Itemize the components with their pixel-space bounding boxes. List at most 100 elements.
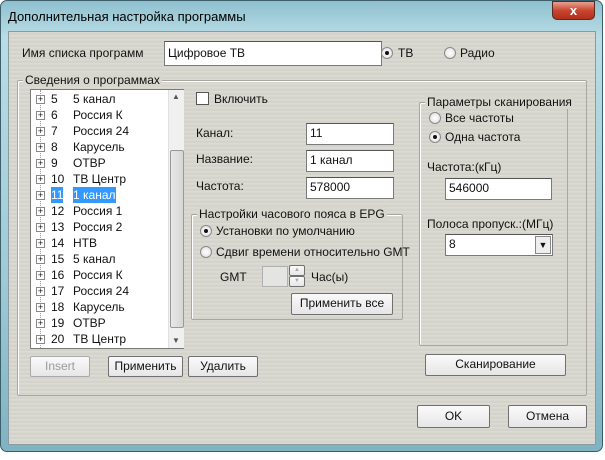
- tree-item[interactable]: +8 Карусель: [31, 139, 167, 155]
- hours-label: Час(ы): [311, 270, 349, 284]
- tree-item-name: 5 канал: [73, 252, 116, 266]
- tree-item-name: ТВ Центр: [73, 332, 127, 346]
- tree-item[interactable]: +9 ОТВР: [31, 155, 167, 171]
- expand-plus-icon[interactable]: +: [36, 223, 45, 232]
- expand-plus-icon[interactable]: +: [36, 335, 45, 344]
- tree-item[interactable]: +12 Россия 1: [31, 203, 167, 219]
- radio-default-tz-label: Установки по умолчанию: [216, 224, 355, 238]
- apply-all-button[interactable]: Применить все: [291, 293, 393, 315]
- tree-item-number: 11: [51, 187, 64, 203]
- channel-label: Канал:: [196, 126, 234, 140]
- tree-item[interactable]: +15 5 канал: [31, 251, 167, 267]
- tree-item-number: 9: [51, 156, 58, 170]
- frequency-label: Частота:: [196, 179, 244, 193]
- list-name-input[interactable]: Цифровое ТВ: [164, 41, 382, 66]
- tree-item-name: Россия К: [73, 108, 123, 122]
- expand-plus-icon[interactable]: +: [36, 255, 45, 264]
- programs-group-title: Сведения о программах: [23, 73, 162, 87]
- tree-item[interactable]: +11 1 канал: [31, 187, 167, 203]
- apply-button[interactable]: Применить: [108, 356, 183, 377]
- tree-item-name: 5 канал: [73, 92, 116, 106]
- tree-item[interactable]: +6 Россия К: [31, 107, 167, 123]
- tree-item[interactable]: +13 Россия 2: [31, 219, 167, 235]
- close-button[interactable]: x: [552, 1, 595, 20]
- radio-one-frequency[interactable]: [429, 131, 441, 143]
- tree-item-number: 8: [51, 140, 58, 154]
- bandwidth-label: Полоса пропуск.:(МГц): [427, 217, 554, 231]
- tree-item-number: 5: [51, 92, 58, 106]
- tree-item[interactable]: +20 ТВ Центр: [31, 331, 167, 347]
- expand-plus-icon[interactable]: +: [36, 159, 45, 168]
- tree-item-name: Россия 24: [73, 124, 130, 138]
- radio-tv[interactable]: [381, 47, 393, 59]
- epg-group-title: Настройки часового пояса в EPG: [197, 207, 387, 221]
- tree-item-number: 12: [51, 204, 65, 218]
- scroll-thumb[interactable]: [170, 150, 184, 328]
- tree-scrollbar[interactable]: ▲ ▼: [168, 90, 184, 348]
- cancel-button[interactable]: Отмена: [508, 405, 587, 428]
- tree-item-name: Карусель: [73, 140, 125, 154]
- tree-item[interactable]: +18 Карусель: [31, 299, 167, 315]
- radio-all-frequencies[interactable]: [429, 112, 441, 124]
- tree-item-number: 10: [51, 172, 65, 186]
- tree-item-number: 19: [51, 316, 65, 330]
- radio-radio-label: Радио: [460, 46, 495, 60]
- expand-plus-icon[interactable]: +: [36, 175, 45, 184]
- chevron-down-icon[interactable]: ▼: [535, 236, 551, 254]
- radio-gmt-offset[interactable]: [200, 246, 212, 258]
- spin-up-icon[interactable]: ▲: [289, 265, 305, 276]
- program-tree[interactable]: +5 5 канал +6 Россия К +7 Россия 24 +8 Карусель…: [30, 89, 184, 349]
- delete-button[interactable]: Удалить: [188, 356, 258, 377]
- name-input[interactable]: 1 канал: [306, 150, 394, 172]
- scan-button[interactable]: Сканирование: [425, 354, 566, 376]
- scan-group-title: Параметры сканирования: [425, 95, 574, 109]
- frequency-input[interactable]: 578000: [306, 177, 394, 199]
- spin-down-icon[interactable]: ▼: [289, 276, 305, 287]
- tree-item-number: 20: [51, 332, 65, 346]
- tree-item-name: 1 канал: [73, 187, 116, 203]
- tree-item[interactable]: +16 Россия К: [31, 267, 167, 283]
- expand-plus-icon[interactable]: +: [36, 111, 45, 120]
- tree-item[interactable]: +10 ТВ Центр: [31, 171, 167, 187]
- scan-frequency-input[interactable]: 546000: [445, 178, 552, 200]
- bandwidth-value: 8: [449, 237, 456, 251]
- insert-button[interactable]: Insert: [30, 356, 90, 377]
- expand-plus-icon[interactable]: +: [36, 319, 45, 328]
- expand-plus-icon[interactable]: +: [36, 303, 45, 312]
- scroll-up-icon[interactable]: ▲: [172, 92, 180, 101]
- tree-item-number: 13: [51, 220, 65, 234]
- expand-plus-icon[interactable]: +: [36, 287, 45, 296]
- tree-item-number: 14: [51, 236, 65, 250]
- tree-item-name: Россия 1: [73, 204, 123, 218]
- gmt-label: GMT: [220, 270, 247, 284]
- ok-button[interactable]: OK: [417, 405, 490, 428]
- channel-input[interactable]: 11: [306, 123, 394, 145]
- tree-item[interactable]: +5 5 канал: [31, 91, 167, 107]
- bandwidth-select[interactable]: 8 ▼: [445, 234, 553, 256]
- radio-radio[interactable]: [444, 47, 456, 59]
- expand-plus-icon[interactable]: +: [36, 143, 45, 152]
- expand-plus-icon[interactable]: +: [36, 95, 45, 104]
- tree-item[interactable]: +7 Россия 24: [31, 123, 167, 139]
- scroll-down-icon[interactable]: ▼: [172, 336, 180, 345]
- list-name-label: Имя списка программ: [22, 46, 144, 60]
- radio-tv-label: ТВ: [398, 46, 414, 60]
- tree-item[interactable]: +19 ОТВР: [31, 315, 167, 331]
- expand-plus-icon[interactable]: +: [36, 127, 45, 136]
- expand-plus-icon[interactable]: +: [36, 191, 45, 200]
- tree-item-number: 15: [51, 252, 65, 266]
- expand-plus-icon[interactable]: +: [36, 271, 45, 280]
- expand-plus-icon[interactable]: +: [36, 239, 45, 248]
- tree-item[interactable]: +14 НТВ: [31, 235, 167, 251]
- tree-item[interactable]: +17 Россия 24: [31, 283, 167, 299]
- tree-item-name: Карусель: [73, 300, 125, 314]
- tree-item-name: ОТВР: [73, 316, 106, 330]
- gmt-input[interactable]: [262, 266, 288, 287]
- enable-checkbox[interactable]: [196, 92, 209, 105]
- enable-label: Включить: [214, 92, 268, 106]
- radio-default-tz[interactable]: [200, 225, 212, 237]
- radio-all-frequencies-label: Все частоты: [445, 111, 514, 125]
- tree-item-name: ОТВР: [73, 156, 106, 170]
- expand-plus-icon[interactable]: +: [36, 207, 45, 216]
- radio-gmt-offset-label: Сдвиг времени относительно GMT: [216, 245, 410, 259]
